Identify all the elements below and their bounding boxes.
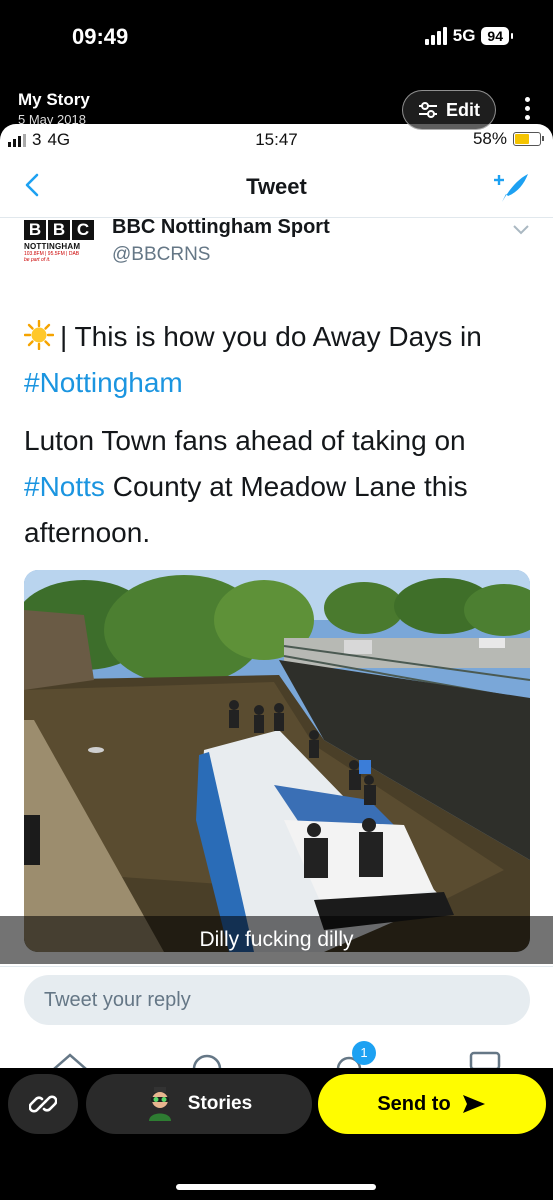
boat-photo-image	[24, 570, 530, 952]
link-icon	[29, 1095, 57, 1113]
home-tab-icon[interactable]	[50, 1047, 90, 1068]
stories-label: Stories	[187, 1093, 253, 1114]
stories-button[interactable]: Stories	[86, 1074, 312, 1134]
tweet-photo[interactable]	[24, 570, 530, 952]
tweet-line-1-text: | This is how you do Away Days in	[60, 321, 482, 352]
snap-caption: Dilly fucking dilly	[0, 916, 553, 964]
screenshot-card: 3 4G 15:47 58% Tweet B B C NOTTINGHAM 10…	[0, 124, 553, 1068]
home-indicator[interactable]	[176, 1184, 376, 1190]
send-arrow-icon	[462, 1095, 485, 1113]
inner-time: 15:47	[255, 130, 298, 149]
tweet-reply-input[interactable]: Tweet your reply	[24, 975, 530, 1025]
hashtag-notts[interactable]: #Notts	[24, 471, 105, 502]
story-title: My Story	[18, 90, 90, 109]
edit-button[interactable]: Edit	[402, 90, 496, 130]
signal-icon	[424, 27, 447, 45]
search-tab-icon[interactable]	[190, 1047, 224, 1068]
snap-bottom-bar: Stories Send to	[0, 1068, 553, 1200]
page-title: Tweet	[246, 174, 307, 199]
send-to-button[interactable]: Send to	[318, 1074, 546, 1134]
more-options-icon[interactable]	[520, 97, 534, 127]
edit-label: Edit	[446, 99, 480, 120]
logo-tagline: be part of it.	[24, 257, 51, 263]
sun-icon	[24, 320, 54, 350]
chevron-down-icon[interactable]	[512, 224, 530, 236]
tweet-line-2-pre: Luton Town fans ahead of taking on	[24, 425, 466, 456]
battery-level: 94	[481, 27, 513, 45]
network-type: 5G	[452, 26, 476, 45]
bitmoji-avatar-icon	[148, 1087, 171, 1121]
sliders-icon	[419, 102, 437, 118]
attach-link-button[interactable]	[8, 1074, 78, 1134]
compose-tweet-icon[interactable]	[490, 170, 530, 204]
tweet-paragraph-2: Luton Town fans ahead of taking on #Nott…	[24, 418, 534, 556]
tweet-header: Tweet	[0, 156, 553, 218]
logo-subtitle: NOTTINGHAM	[24, 242, 81, 251]
reply-area: Tweet your reply 1	[0, 966, 553, 1068]
account-handle[interactable]: @BBCRNS	[112, 244, 210, 266]
phone-status-bar: 09:49 5G 94	[0, 0, 553, 80]
hashtag-nottingham[interactable]: #Nottingham	[24, 367, 183, 398]
inner-battery-icon	[513, 132, 544, 146]
notification-badge: 1	[352, 1041, 376, 1065]
phone-status-right: 5G 94	[424, 26, 513, 46]
tweet-line-1: | This is how you do Away Days in #Notti…	[24, 314, 534, 406]
phone-time: 09:49	[72, 24, 129, 49]
messages-tab-icon[interactable]	[468, 1047, 502, 1068]
account-name[interactable]: BBC Nottingham Sport	[112, 216, 330, 239]
send-to-label: Send to	[377, 1092, 451, 1115]
inner-battery-percent: 58%	[472, 129, 507, 148]
bbc-nottingham-logo[interactable]: B B C NOTTINGHAM 103.8FM | 95.5FM | DAB …	[24, 220, 102, 272]
tweet-body: | This is how you do Away Days in #Notti…	[24, 314, 534, 556]
